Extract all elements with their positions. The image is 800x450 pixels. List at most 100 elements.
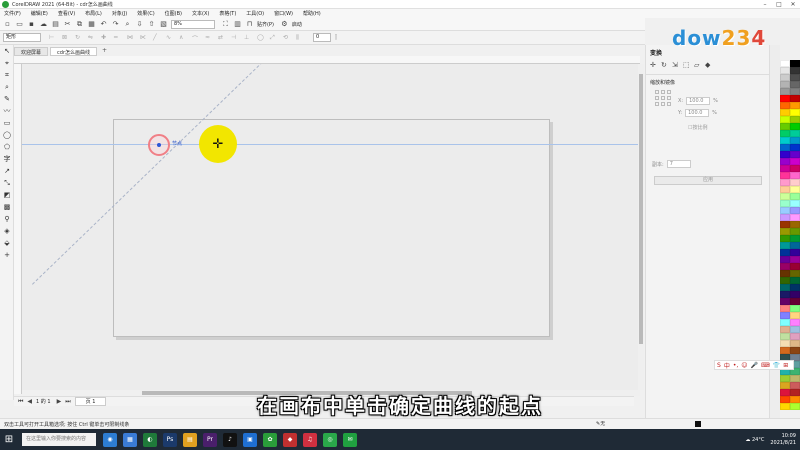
palette-swatch[interactable] xyxy=(780,326,790,333)
tab-welcome[interactable]: 欢迎屏幕 xyxy=(14,47,49,56)
palette-swatch[interactable] xyxy=(780,340,790,347)
weather-indicator[interactable]: ☁ 24°C xyxy=(745,437,764,443)
menu-tools[interactable]: 工具(O) xyxy=(246,10,264,17)
palette-swatch[interactable] xyxy=(780,263,790,270)
palette-swatch[interactable] xyxy=(780,305,790,312)
open-icon[interactable]: ▭ xyxy=(15,20,24,29)
menu-effects[interactable]: 效果(C) xyxy=(137,10,154,17)
scale-icon[interactable]: ⇲ xyxy=(672,61,681,69)
rulers-icon[interactable]: ▥ xyxy=(233,20,242,29)
palette-swatch[interactable] xyxy=(790,102,800,109)
clock[interactable]: 10:09 2021/8/21 xyxy=(770,433,796,447)
apply-button[interactable]: 应用 xyxy=(654,176,762,185)
palette-swatch[interactable] xyxy=(780,193,790,200)
palette-swatch[interactable] xyxy=(790,305,800,312)
palette-swatch[interactable] xyxy=(780,207,790,214)
palette-swatch[interactable] xyxy=(790,298,800,305)
palette-swatch[interactable] xyxy=(780,172,790,179)
palette-swatch[interactable] xyxy=(790,256,800,263)
palette-swatch[interactable] xyxy=(790,137,800,144)
palette-swatch[interactable] xyxy=(780,123,790,130)
transparency-icon[interactable]: ▩ xyxy=(0,201,14,213)
export-icon[interactable]: ⇧ xyxy=(147,20,156,29)
ime-punctuation-toggle[interactable]: •, xyxy=(733,362,738,369)
palette-swatch[interactable] xyxy=(780,382,790,389)
size-icon[interactable]: ⬚ xyxy=(683,61,692,69)
palette-swatch[interactable] xyxy=(790,375,800,382)
drawing-canvas[interactable]: 节点 ✛ xyxy=(22,64,640,390)
scale-x-input[interactable]: 100.0 xyxy=(686,97,711,105)
save-icon[interactable]: ▪ xyxy=(27,20,36,29)
palette-swatch[interactable] xyxy=(780,270,790,277)
palette-swatch[interactable] xyxy=(790,207,800,214)
palette-swatch[interactable] xyxy=(780,186,790,193)
palette-swatch[interactable] xyxy=(790,165,800,172)
maximize-button[interactable]: □ xyxy=(772,0,786,9)
freehand-tool-icon[interactable]: ✎ xyxy=(0,93,14,105)
print-icon[interactable]: ▤ xyxy=(51,20,60,29)
shape-tool-icon[interactable]: ⌖ xyxy=(0,57,14,69)
copies-input[interactable]: 7 xyxy=(666,160,691,168)
palette-swatch[interactable] xyxy=(790,228,800,235)
vertical-scroll-thumb[interactable] xyxy=(639,74,643,344)
palette-swatch[interactable] xyxy=(780,165,790,172)
palette-swatch[interactable] xyxy=(790,284,800,291)
palette-swatch[interactable] xyxy=(790,340,800,347)
interactive-fill-icon[interactable]: ◈ xyxy=(0,225,14,237)
palette-swatch[interactable] xyxy=(790,116,800,123)
palette-swatch[interactable] xyxy=(780,74,790,81)
palette-swatch[interactable] xyxy=(780,333,790,340)
cut-icon[interactable]: ✂ xyxy=(63,20,72,29)
ime-toolbox-icon[interactable]: ⊞ xyxy=(783,362,788,369)
gear-icon[interactable]: ⚙ xyxy=(280,20,289,29)
position-icon[interactable]: ✛ xyxy=(650,61,659,69)
palette-swatch[interactable] xyxy=(780,95,790,102)
pick-tool-icon[interactable]: ↖ xyxy=(0,45,14,57)
ime-chinese-toggle[interactable]: 中 xyxy=(724,361,730,370)
palette-swatch[interactable] xyxy=(780,60,790,67)
taskbar-app-icon[interactable]: ◉ xyxy=(103,432,117,447)
ime-logo-icon[interactable]: S xyxy=(717,362,721,369)
palette-swatch[interactable] xyxy=(790,67,800,74)
palette-swatch[interactable] xyxy=(790,193,800,200)
proportional-option[interactable]: ☐ 按比例 xyxy=(688,124,708,132)
palette-swatch[interactable] xyxy=(790,123,800,130)
taskbar-app-icon[interactable]: ♪ xyxy=(223,432,237,447)
paste-icon[interactable]: ▦ xyxy=(87,20,96,29)
text-tool-icon[interactable]: 字 xyxy=(0,153,14,165)
palette-swatch[interactable] xyxy=(790,151,800,158)
ime-emoji-icon[interactable]: ☺ xyxy=(741,362,747,369)
cloud-icon[interactable]: ☁ xyxy=(39,20,48,29)
tab-document[interactable]: cdr怎么画曲线 xyxy=(50,47,97,56)
menu-bitmaps[interactable]: 位图(B) xyxy=(165,10,182,17)
publish-pdf-icon[interactable]: ▧ xyxy=(159,20,168,29)
palette-swatch[interactable] xyxy=(790,263,800,270)
taskbar-app-icon[interactable]: ✉ xyxy=(343,432,357,447)
palette-swatch[interactable] xyxy=(790,74,800,81)
palette-swatch[interactable] xyxy=(780,249,790,256)
palette-swatch[interactable] xyxy=(790,235,800,242)
artistic-media-icon[interactable]: 〰 xyxy=(0,105,14,117)
palette-swatch[interactable] xyxy=(780,312,790,319)
palette-swatch[interactable] xyxy=(790,277,800,284)
palette-swatch[interactable] xyxy=(780,158,790,165)
palette-swatch[interactable] xyxy=(790,221,800,228)
copy-icon[interactable]: ⧉ xyxy=(75,20,84,29)
new-document-icon[interactable]: ▫ xyxy=(3,20,12,29)
palette-swatch[interactable] xyxy=(780,116,790,123)
connector-tool-icon[interactable]: ⤡ xyxy=(0,177,14,189)
palette-swatch[interactable] xyxy=(780,277,790,284)
magnet-icon[interactable]: ⊓ xyxy=(245,20,254,29)
rotate-icon[interactable]: ↻ xyxy=(661,61,670,69)
palette-swatch[interactable] xyxy=(780,221,790,228)
palette-swatch[interactable] xyxy=(780,242,790,249)
ime-voice-icon[interactable]: 🎤 xyxy=(751,362,758,369)
horizontal-guideline[interactable] xyxy=(22,144,640,145)
palette-swatch[interactable] xyxy=(790,200,800,207)
palette-swatch[interactable] xyxy=(790,333,800,340)
ime-skin-icon[interactable]: 👕 xyxy=(773,362,780,369)
palette-swatch[interactable] xyxy=(790,109,800,116)
zoom-tool-icon[interactable]: ⌕ xyxy=(0,81,14,93)
menu-view[interactable]: 查看(V) xyxy=(58,10,75,17)
palette-swatch[interactable] xyxy=(780,144,790,151)
